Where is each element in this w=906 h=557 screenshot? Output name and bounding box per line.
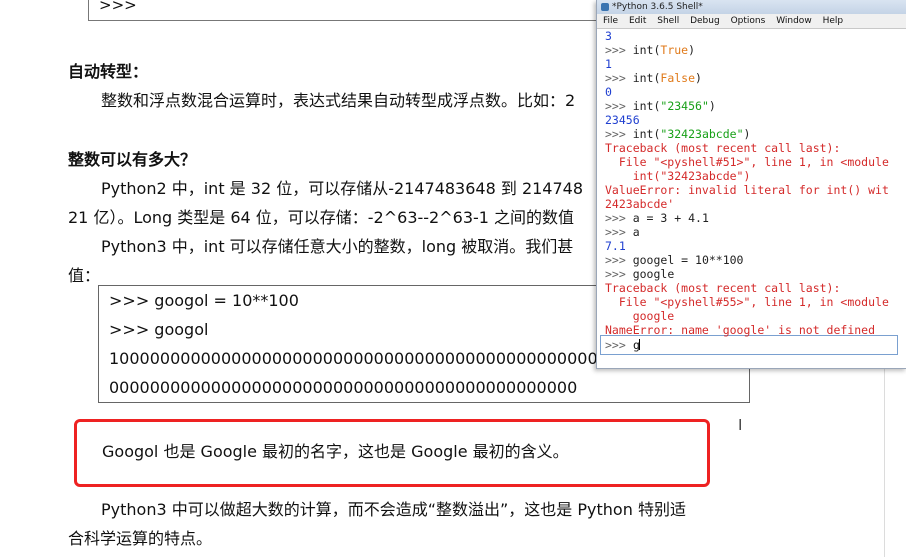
code-line: 0000000000000000000000000000000000000000… (109, 378, 578, 397)
shell-output-line: >>> int(False) (605, 71, 702, 85)
shell-text-segment: googel = 10**100 (632, 253, 744, 267)
shell-text-segment: ) (708, 99, 716, 113)
shell-text-segment: a = 3 + 4.1 (632, 211, 709, 225)
shell-text-segment: ValueError: invalid literal for int() wi… (605, 183, 889, 197)
shell-text-segment: True (660, 43, 689, 57)
shell-output-line: int("32423abcde") (605, 169, 751, 183)
menu-debug[interactable]: Debug (690, 16, 720, 26)
code-line: >>> googol (109, 320, 209, 339)
shell-text-segment: "23456" (660, 99, 709, 113)
paragraph-python2-line2: 21 亿）。Long 类型是 64 位，可以存储：-2^63--2^63-1 之… (68, 208, 575, 227)
shell-output-line: File "<pyshell#55>", line 1, in <module (605, 295, 889, 309)
shell-text-segment: File "<pyshell#51>", line 1, in <module (605, 155, 889, 169)
shell-menu-bar: File Edit Shell Debug Options Window Hel… (597, 14, 906, 29)
shell-output-line: 23456 (605, 113, 640, 127)
shell-text-segment: >>> (605, 253, 633, 267)
shell-output-line: ValueError: invalid literal for int() wi… (605, 183, 889, 197)
shell-output-line: google (605, 309, 675, 323)
paragraph-python3-line2: 值： (68, 266, 101, 285)
shell-text-segment: >>> (605, 99, 633, 113)
shell-output-line: >>> a (605, 225, 640, 239)
shell-input-prompt: >>> (605, 338, 633, 352)
shell-output-line: 3 (605, 29, 612, 43)
shell-text-segment: False (660, 71, 696, 85)
shell-text-segment: int( (632, 43, 661, 57)
shell-output-line: Traceback (most recent call last): (605, 141, 840, 155)
shell-text-segment: ) (743, 127, 751, 141)
highlight-text: Googol 也是 Google 最初的名字，这也是 Google 最初的含义。 (102, 442, 569, 461)
shell-input-line[interactable]: >>> g (600, 335, 898, 355)
shell-text-segment: ) (688, 43, 696, 57)
shell-output-line: NameError: name 'google' is not defined (605, 323, 875, 337)
highlight-callout: Googol 也是 Google 最初的名字，这也是 Google 最初的含义。 (74, 419, 710, 487)
shell-text-segment: 1 (605, 57, 612, 71)
shell-output-line: >>> google (605, 267, 674, 281)
shell-text-segment: 7.1 (605, 239, 626, 253)
paragraph-bignum-line1: Python3 中可以做超大数的计算，而不会造成“整数溢出”，这也是 Pytho… (101, 500, 686, 519)
shell-text-segment: File "<pyshell#55>", line 1, in <module (605, 295, 889, 309)
shell-output-line: Traceback (most recent call last): (605, 281, 840, 295)
shell-text-segment: >>> (605, 71, 633, 85)
shell-output-line: >>> int("23456") (605, 99, 716, 113)
code-line: >>> googol = 10**100 (109, 291, 299, 310)
section-heading-int-size: 整数可以有多大？ (68, 150, 197, 169)
shell-text-segment: 3 (605, 29, 612, 43)
code-box-top-text: >>> (99, 0, 137, 14)
shell-text-segment: >>> (605, 43, 633, 57)
shell-output-line: 7.1 (605, 239, 626, 253)
shell-output-line: >>> a = 3 + 4.1 (605, 211, 709, 225)
paragraph-python3-line1: Python3 中，int 可以存储任意大小的整数，long 被取消。我们甚 (101, 237, 574, 256)
shell-text-segment: NameError: name 'google' is not defined (605, 323, 876, 337)
shell-text-segment: >>> (605, 127, 633, 141)
menu-edit[interactable]: Edit (629, 16, 646, 26)
i-beam-cursor-icon: I (738, 416, 743, 434)
shell-text-segment: int( (632, 71, 661, 85)
shell-text-segment: Traceback (most recent call last): (605, 141, 841, 155)
shell-output-line: File "<pyshell#51>", line 1, in <module (605, 155, 889, 169)
paragraph-python2-line1: Python2 中，int 是 32 位，可以存储从-2147483648 到 … (101, 179, 584, 198)
menu-shell[interactable]: Shell (657, 16, 679, 26)
code-line: 1000000000000000000000000000000000000000… (109, 349, 639, 368)
paragraph-auto-conversion: 整数和浮点数混合运算时，表达式结果自动转型成浮点数。比如：2 (101, 91, 576, 110)
shell-text-segment: Traceback (most recent call last): (605, 281, 841, 295)
shell-output-line: >>> int(True) (605, 43, 695, 57)
shell-text-segment: 2423abcde' (605, 197, 675, 211)
section-heading-auto-conversion: 自动转型： (68, 62, 149, 81)
python-shell-window[interactable]: *Python 3.6.5 Shell* File Edit Shell Deb… (596, 0, 906, 369)
shell-output-line: >>> googel = 10**100 (605, 253, 743, 267)
shell-text-segment: >>> (605, 267, 633, 281)
shell-text-segment: google (605, 309, 675, 323)
shell-text-segment: int( (632, 127, 661, 141)
shell-text-segment: 23456 (605, 113, 640, 127)
menu-file[interactable]: File (603, 16, 618, 26)
shell-output-line: 1 (605, 57, 612, 71)
shell-text-segment: >>> (605, 211, 633, 225)
shell-text-segment: "32423abcde" (660, 127, 744, 141)
shell-text-segment: int("32423abcde") (605, 169, 751, 183)
shell-text-segment: google (632, 267, 675, 281)
code-box-top: >>> (88, 0, 610, 21)
shell-output-line: 0 (605, 85, 612, 99)
shell-text-segment: >>> (605, 225, 633, 239)
shell-text-segment: a (632, 225, 640, 239)
menu-window[interactable]: Window (776, 16, 812, 26)
shell-text-segment: ) (695, 71, 702, 85)
shell-text-segment: 0 (605, 85, 612, 99)
shell-text-segment: int( (632, 99, 661, 113)
python-icon (601, 3, 609, 11)
menu-options[interactable]: Options (731, 16, 766, 26)
shell-output-line: 2423abcde' (605, 197, 674, 211)
shell-title-bar[interactable]: *Python 3.6.5 Shell* (597, 0, 906, 14)
shell-output-area[interactable]: >>> g 3 >>> int(True) 1 >>> int(False) 0 >>> … (597, 29, 906, 359)
menu-help[interactable]: Help (823, 16, 844, 26)
text-caret (639, 339, 640, 350)
paragraph-bignum-line2: 合科学运算的特点。 (68, 529, 213, 548)
shell-title-text: *Python 3.6.5 Shell* (612, 2, 703, 12)
shell-output-line: >>> int("32423abcde") (605, 127, 750, 141)
